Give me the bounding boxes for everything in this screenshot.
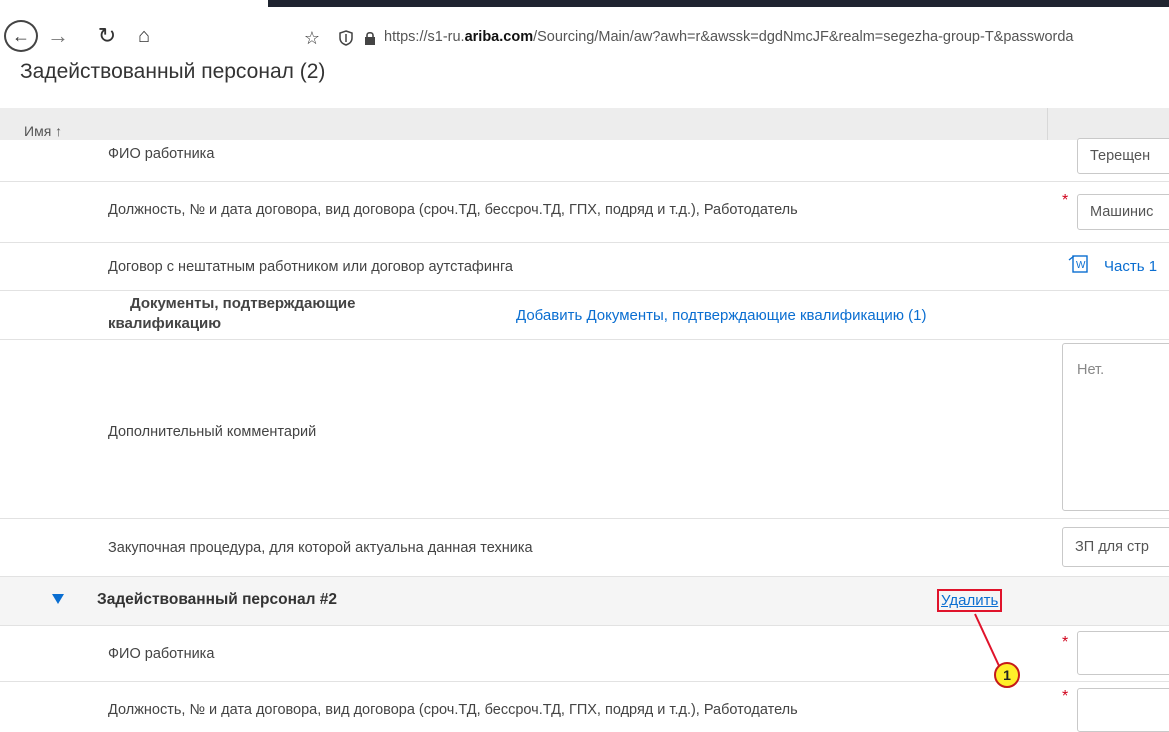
comment-label: Дополнительный комментарий: [108, 424, 317, 440]
position-input[interactable]: Машинис: [1077, 194, 1169, 230]
reload-icon[interactable]: ↻: [93, 21, 121, 51]
svg-text:W: W: [1076, 260, 1086, 271]
callout-number-badge: 1: [994, 662, 1020, 688]
browser-toolbar: ← → ↻ ⌂ ☆ https://s1-ru.ariba.com/Sourci…: [0, 7, 1169, 57]
fio-label: ФИО работника: [108, 146, 215, 162]
word-document-icon[interactable]: W: [1068, 254, 1090, 274]
name-column-header[interactable]: Имя ↑: [24, 123, 62, 139]
table-row: Дополнительный комментарий Нет.: [0, 340, 1169, 519]
delete-button[interactable]: Удалить: [937, 589, 1003, 612]
fio-input[interactable]: Терещен: [1077, 138, 1169, 174]
comment-textarea[interactable]: Нет.: [1062, 343, 1169, 511]
table-row: ФИО работника Терещен: [0, 138, 1169, 182]
table-row: Должность, № и дата договора, вид догово…: [0, 682, 1169, 732]
bookmark-star-icon[interactable]: ☆: [300, 23, 324, 53]
required-asterisk: *: [1062, 192, 1069, 209]
table-row: Должность, № и дата договора, вид догово…: [0, 182, 1169, 243]
tracking-shield-icon[interactable]: [336, 23, 356, 53]
back-arrow-icon[interactable]: ←: [4, 20, 38, 52]
contract-attachment-link[interactable]: Часть 1: [1104, 258, 1157, 275]
fio-input[interactable]: [1077, 631, 1169, 675]
required-asterisk: *: [1062, 688, 1069, 705]
contract-label: Договор с нештатным работником или догов…: [108, 259, 513, 275]
required-asterisk: *: [1062, 634, 1069, 651]
procurement-input[interactable]: ЗП для стр: [1062, 527, 1169, 567]
table-row: Договор с нештатным работником или догов…: [0, 243, 1169, 291]
fio-label: ФИО работника: [108, 646, 215, 662]
table-row: Документы, подтверждающие квалификацию Д…: [0, 291, 1169, 340]
procurement-label: Закупочная процедура, для которой актуал…: [108, 540, 533, 556]
position-label: Должность, № и дата договора, вид догово…: [108, 202, 798, 218]
group-title: Задействованный персонал #2: [97, 591, 337, 608]
lock-icon: [362, 23, 378, 53]
docs-label-line1: Документы, подтверждающие: [130, 295, 356, 312]
collapse-triangle-icon[interactable]: [52, 594, 64, 604]
home-icon[interactable]: ⌂: [130, 21, 158, 51]
docs-label-line2: квалификацию: [108, 315, 222, 332]
position-input[interactable]: [1077, 688, 1169, 732]
browser-top-strip: [268, 0, 1169, 7]
add-documents-link[interactable]: Добавить Документы, подтверждающие квали…: [516, 307, 926, 324]
section-title: Задействованный персонал (2): [20, 60, 326, 83]
forward-arrow-icon[interactable]: →: [44, 21, 72, 51]
address-bar-url[interactable]: https://s1-ru.ariba.com/Sourcing/Main/aw…: [384, 29, 1073, 45]
table-row: Закупочная процедура, для которой актуал…: [0, 519, 1169, 577]
